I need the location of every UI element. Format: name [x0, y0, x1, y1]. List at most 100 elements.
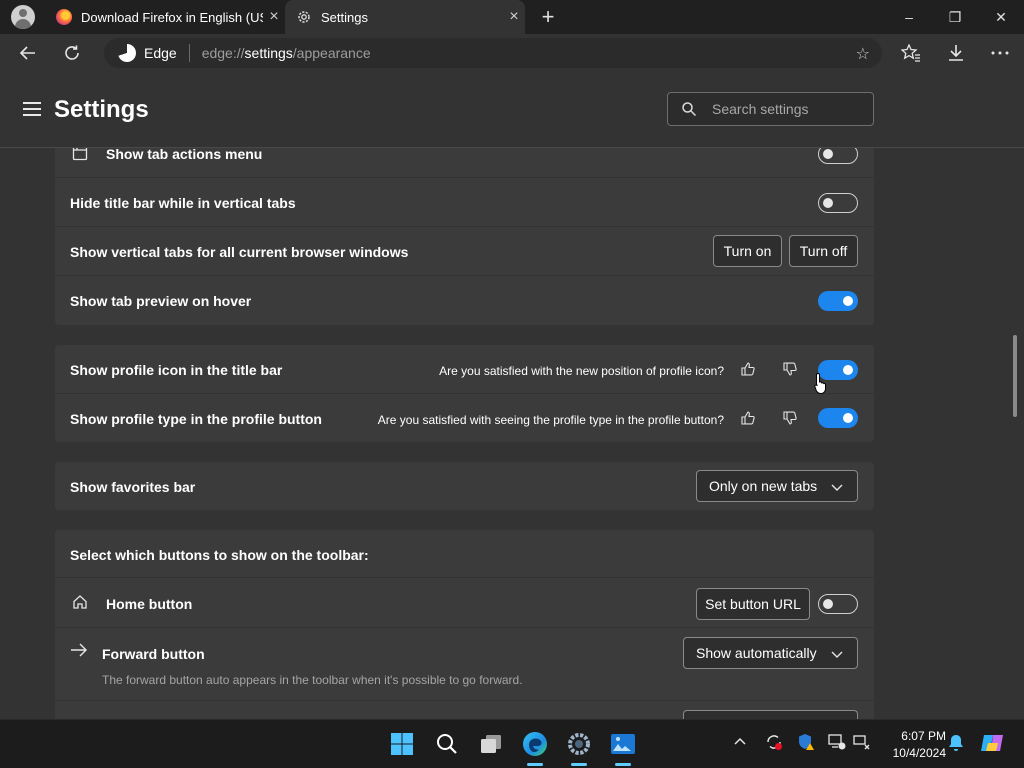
tab-title: Download Firefox in English (US) — [81, 9, 263, 25]
windows-start-icon[interactable] — [386, 728, 418, 760]
url-scheme: edge:// — [201, 45, 245, 61]
address-brand: Edge — [144, 45, 177, 61]
profile-type-toggle[interactable] — [818, 408, 858, 428]
more-menu-button[interactable] — [985, 38, 1015, 68]
tab-actions-toggle[interactable] — [818, 148, 858, 164]
row-tab-preview-hover: Show tab preview on hover — [55, 276, 874, 325]
url-host: settings — [244, 45, 293, 61]
security-shield-icon[interactable] — [797, 733, 815, 754]
profile-avatar[interactable] — [11, 5, 35, 29]
row-home-button: Home button Set button URL — [55, 578, 874, 628]
turn-off-button[interactable]: Turn off — [789, 235, 858, 267]
refresh-icon — [65, 45, 79, 60]
row-profile-icon-title-bar: Show profile icon in the title bar Are y… — [55, 345, 874, 394]
favorites-bar-dropdown[interactable]: Only on new tabs — [696, 470, 858, 502]
forward-button-dropdown[interactable]: Show automatically — [683, 637, 858, 669]
copilot-icon[interactable] — [980, 731, 1006, 758]
restore-button[interactable]: ❐ — [932, 0, 978, 34]
close-window-button[interactable]: ✕ — [978, 0, 1024, 34]
address-separator — [188, 44, 190, 62]
display-warning-icon[interactable] — [828, 733, 846, 754]
thumbs-up-icon[interactable] — [740, 410, 758, 428]
hide-title-bar-label: Hide title bar while in vertical tabs — [70, 195, 296, 211]
network-disconnected-icon[interactable] — [853, 733, 871, 754]
profile-type-feedback-question: Are you satisfied with seeing the profil… — [377, 413, 724, 427]
tab-actions-label: Show tab actions menu — [106, 148, 263, 162]
favorites-bar-label: Show favorites bar — [70, 479, 196, 495]
back-button[interactable] — [13, 38, 43, 68]
close-tab-icon[interactable]: × — [503, 8, 525, 26]
clock-date: 10/4/2024 — [892, 746, 946, 760]
edge-logo-icon — [118, 44, 136, 62]
add-favorite-star-icon[interactable]: ☆ — [856, 44, 870, 64]
gear-icon — [295, 8, 313, 26]
edge-icon[interactable] — [519, 728, 551, 766]
favorites-star-list-icon — [901, 44, 920, 62]
favorites-button[interactable] — [896, 38, 926, 68]
settings-content: Show tab actions menu Hide title bar whi… — [0, 148, 1024, 719]
clock-time: 6:07 PM — [901, 729, 946, 743]
tab-preview-toggle[interactable] — [818, 291, 858, 311]
toolbar-buttons-card: Select which buttons to show on the tool… — [55, 530, 874, 719]
search-input[interactable] — [712, 101, 862, 117]
url-path: /appearance — [292, 45, 371, 61]
sync-icon[interactable] — [765, 733, 783, 754]
forward-button-description: The forward button auto appears in the t… — [102, 673, 523, 687]
hide-title-bar-toggle[interactable] — [818, 193, 858, 213]
vertical-tabs-label: Show vertical tabs for all current brows… — [70, 244, 409, 260]
profile-type-label: Show profile type in the profile button — [70, 411, 322, 427]
show-hidden-icons-chevron-icon[interactable] — [734, 734, 746, 749]
forward-button-selected: Show automatically — [696, 645, 817, 661]
profile-icon-feedback-question: Are you satisfied with the new position … — [439, 364, 724, 378]
firefox-icon — [55, 8, 73, 26]
row-hide-title-bar: Hide title bar while in vertical tabs — [55, 178, 874, 227]
row-vertical-tabs-all-windows: Show vertical tabs for all current brows… — [55, 227, 874, 276]
tab-strip: Download Firefox in English (US) × Setti… — [0, 0, 1024, 34]
taskbar-clock[interactable]: 6:07 PM 10/4/2024 — [880, 728, 946, 762]
hamburger-menu-icon[interactable] — [23, 102, 41, 116]
tab-firefox-download[interactable]: Download Firefox in English (US) × — [45, 0, 285, 34]
scrollbar-thumb[interactable] — [1013, 335, 1017, 417]
favorites-bar-card: Show favorites bar Only on new tabs — [55, 462, 874, 510]
favorites-bar-selected: Only on new tabs — [709, 478, 818, 494]
thumbs-up-icon[interactable] — [740, 361, 758, 379]
new-tab-button[interactable]: + — [536, 3, 560, 31]
thumbs-down-icon[interactable] — [782, 361, 800, 379]
row-forward-button: Forward button Show automatically The fo… — [55, 628, 874, 701]
search-box[interactable] — [667, 92, 874, 126]
thumbs-down-icon[interactable] — [782, 410, 800, 428]
settings-header: Settings — [0, 72, 1024, 148]
turn-on-button[interactable]: Turn on — [713, 235, 782, 267]
close-tab-icon[interactable]: × — [263, 8, 285, 26]
minimize-button[interactable]: – — [886, 0, 932, 34]
home-button-toggle[interactable] — [818, 594, 858, 614]
page-title: Settings — [54, 96, 149, 123]
home-icon — [72, 594, 88, 615]
row-next-partial — [55, 701, 874, 719]
toolbar-buttons-heading-row: Select which buttons to show on the tool… — [55, 530, 874, 578]
refresh-button[interactable] — [57, 38, 87, 68]
profile-settings-card: Show profile icon in the title bar Are y… — [55, 345, 874, 442]
notification-bell-icon[interactable] — [948, 734, 964, 755]
tabs-settings-card: Show tab actions menu Hide title bar whi… — [55, 148, 874, 325]
download-icon — [949, 45, 963, 61]
row-profile-type-button: Show profile type in the profile button … — [55, 394, 874, 442]
search-icon — [682, 102, 697, 117]
chevron-down-icon — [831, 647, 843, 663]
tab-settings[interactable]: Settings × — [285, 0, 525, 34]
address-bar[interactable]: Edge edge://settings/appearance ☆ — [104, 38, 882, 68]
tab-title: Settings — [321, 9, 368, 25]
task-view-icon[interactable] — [475, 728, 507, 760]
back-arrow-icon — [19, 46, 35, 60]
tab-preview-label: Show tab preview on hover — [70, 293, 252, 309]
photos-icon[interactable] — [607, 728, 639, 766]
mouse-cursor-icon — [814, 372, 828, 395]
settings-icon[interactable] — [563, 728, 595, 766]
home-button-label: Home button — [106, 596, 193, 612]
chevron-down-icon — [831, 480, 843, 496]
next-partial-dropdown[interactable] — [683, 710, 858, 719]
search-icon[interactable] — [431, 728, 463, 760]
downloads-button[interactable] — [941, 38, 971, 68]
set-button-url-button[interactable]: Set button URL — [696, 588, 810, 620]
windows-taskbar: 6:07 PM 10/4/2024 — [0, 719, 1024, 768]
